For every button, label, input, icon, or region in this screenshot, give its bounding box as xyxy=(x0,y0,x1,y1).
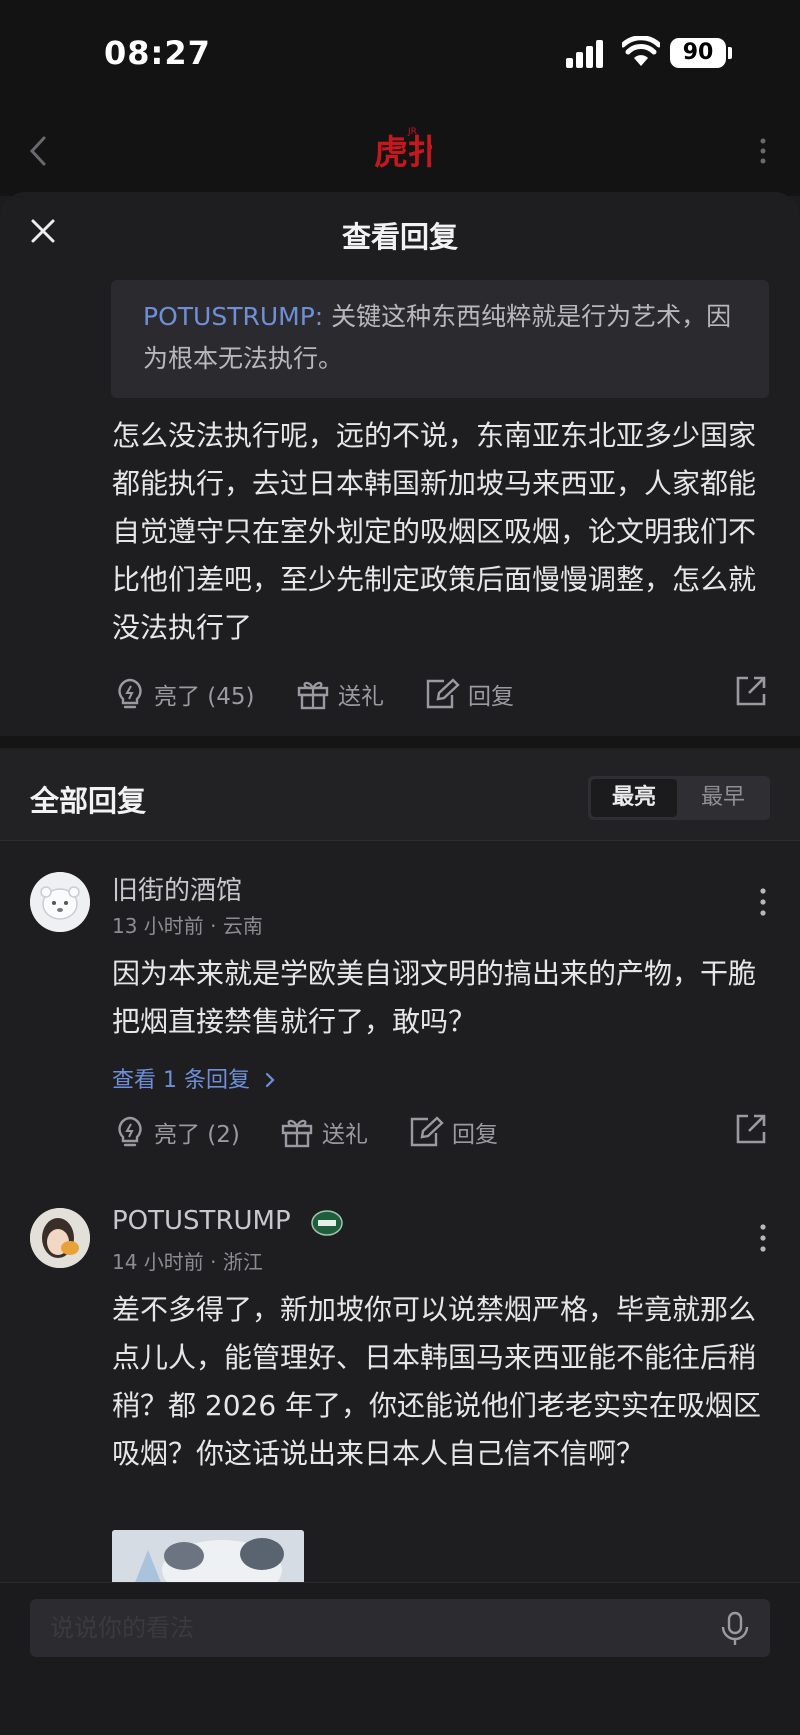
gift-button[interactable]: 送礼 xyxy=(296,674,384,714)
lightbulb-icon xyxy=(118,678,142,709)
reply-button[interactable]: 回复 xyxy=(408,1112,498,1152)
section-divider xyxy=(0,736,800,748)
light-button[interactable]: 亮了 (2) xyxy=(114,1112,240,1152)
light-count: 亮了 (2) xyxy=(154,1122,240,1148)
comment-username[interactable]: POTUSTRUMP xyxy=(112,1206,291,1236)
light-count: 亮了 (45) xyxy=(154,684,255,710)
reply-label: 回复 xyxy=(468,684,514,710)
svg-text:虎扑: 虎扑 xyxy=(374,133,432,173)
gift-icon xyxy=(281,1119,313,1148)
comment-username[interactable]: 旧街的酒馆 xyxy=(112,870,242,907)
avatar-image xyxy=(30,872,90,932)
edit-icon xyxy=(426,678,460,709)
light-button[interactable]: 亮了 (45) xyxy=(114,674,255,714)
comment-meta: 13 小时前 · 云南 xyxy=(112,914,263,938)
main-reply-text: 怎么没法执行呢，远的不说，东南亚东北亚多少国家都能执行，去过日本韩国新加坡马来西… xyxy=(112,419,757,644)
signal-icon xyxy=(566,40,610,68)
comment-image[interactable] xyxy=(112,1530,304,1590)
reply-button[interactable]: 回复 xyxy=(424,674,514,714)
avatar-image xyxy=(30,1208,90,1268)
edit-icon xyxy=(410,1116,444,1147)
avatar[interactable] xyxy=(30,872,90,932)
gift-icon xyxy=(297,681,329,710)
chevron-right-icon xyxy=(265,1072,275,1088)
hupu-logo: 虎扑 JR xyxy=(374,127,432,173)
comment-text: 因为本来就是学欧美自诩文明的搞出来的产物，干脆把烟直接禁售就行了，敢吗？ xyxy=(112,957,757,1038)
wifi-icon xyxy=(622,36,660,66)
all-replies-title: 全部回复 xyxy=(30,784,147,818)
view-replies-label: 查看 1 条回复 xyxy=(112,1068,250,1093)
reply-label: 回复 xyxy=(452,1122,498,1148)
sort-earliest-tab[interactable]: 最早 xyxy=(680,779,766,817)
avatar[interactable] xyxy=(30,1208,90,1268)
reply-input[interactable] xyxy=(30,1599,770,1657)
more-icon[interactable] xyxy=(760,138,766,164)
all-replies-header: 全部回复 最亮 最早 xyxy=(0,750,800,841)
svg-text:JR: JR xyxy=(407,127,417,137)
quoted-comment: POTUSTRUMP: 关键这种东西纯粹就是行为艺术，因为根本无法执行。 xyxy=(111,280,769,398)
back-icon[interactable] xyxy=(26,136,52,166)
comment-meta: 14 小时前 · 浙江 xyxy=(112,1250,263,1274)
main-actions: 亮了 (45) 送礼 回复 xyxy=(0,674,800,714)
comment-actions: 亮了 (2) 送礼 回复 xyxy=(0,1112,800,1152)
comment-more-icon[interactable] xyxy=(760,888,766,916)
comment-image-preview xyxy=(112,1530,304,1590)
comment-more-icon[interactable] xyxy=(760,1224,766,1252)
share-icon[interactable] xyxy=(734,674,768,708)
share-icon[interactable] xyxy=(734,1112,768,1146)
status-time: 08:27 xyxy=(104,34,211,72)
status-bar: 08:27 90 xyxy=(0,0,800,100)
battery-icon: 90 xyxy=(670,38,726,68)
microphone-icon[interactable] xyxy=(718,1611,752,1647)
gift-label: 送礼 xyxy=(338,684,384,710)
gift-button[interactable]: 送礼 xyxy=(280,1112,368,1152)
sheet-title: 查看回复 xyxy=(341,220,458,254)
quote-author[interactable]: POTUSTRUMP: xyxy=(143,302,323,331)
comment-text: 差不多得了，新加坡你可以说禁烟严格，毕竟就那么点儿人，能管理好、日本韩国马来西亚… xyxy=(112,1293,762,1470)
sort-brightest-tab[interactable]: 最亮 xyxy=(591,779,677,817)
car-brand-badge-icon xyxy=(311,1210,343,1236)
gift-label: 送礼 xyxy=(322,1122,368,1148)
view-replies-link[interactable]: 查看 1 条回复 xyxy=(112,1062,277,1094)
sheet-header: 查看回复 xyxy=(0,192,800,280)
sort-toggle: 最亮 最早 xyxy=(588,776,770,820)
battery-tip xyxy=(728,47,732,59)
lightbulb-icon xyxy=(118,1116,142,1147)
bottom-input-bar xyxy=(0,1582,800,1735)
